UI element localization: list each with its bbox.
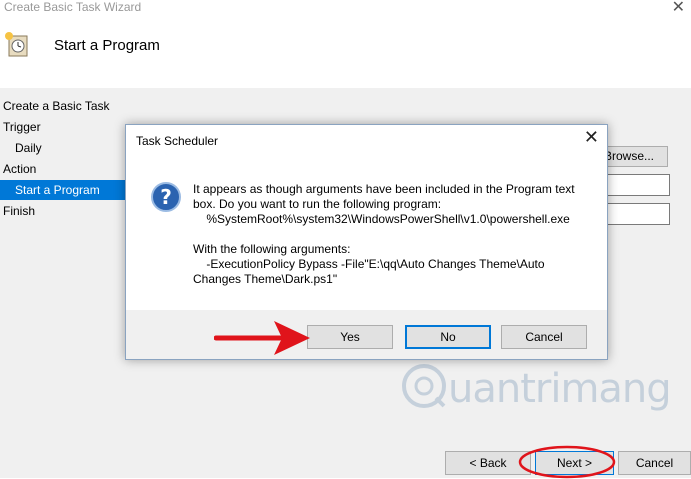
- step-trigger[interactable]: Trigger: [3, 117, 41, 137]
- title-bar: Create Basic Task Wizard ✕: [0, 0, 691, 20]
- yes-button[interactable]: Yes: [307, 325, 393, 349]
- watermark: uantrimang: [398, 358, 691, 418]
- dialog-message-line: box. Do you want to run the following pr…: [193, 197, 442, 211]
- window-title: Create Basic Task Wizard: [4, 0, 142, 14]
- cancel-button[interactable]: Cancel: [618, 451, 691, 475]
- annotation-circle-icon: [518, 445, 616, 479]
- dialog-button-bar: Yes No Cancel: [126, 310, 607, 359]
- wizard-header: Start a Program: [0, 20, 691, 76]
- window-close-button[interactable]: ✕: [672, 0, 685, 17]
- dialog-title: Task Scheduler: [136, 134, 219, 148]
- question-icon: ?: [151, 182, 181, 212]
- watermark-text: uantrimang: [448, 366, 672, 412]
- dialog-message-line: %SystemRoot%\system32\WindowsPowerShell\…: [193, 212, 570, 226]
- dialog-cancel-button[interactable]: Cancel: [501, 325, 587, 349]
- step-daily[interactable]: Daily: [15, 138, 42, 158]
- clock-icon: [5, 32, 28, 57]
- step-finish[interactable]: Finish: [3, 201, 35, 221]
- dialog-message-line: With the following arguments:: [193, 242, 351, 256]
- dialog-message-line: It appears as though arguments have been…: [193, 182, 575, 196]
- dialog-message-line: -ExecutionPolicy Bypass -File"E:\qq\Auto…: [193, 257, 545, 271]
- step-action[interactable]: Action: [3, 159, 36, 179]
- dialog-close-button[interactable]: ✕: [584, 127, 599, 148]
- step-create-basic-task[interactable]: Create a Basic Task: [3, 96, 110, 116]
- step-start-a-program[interactable]: Start a Program: [0, 180, 125, 200]
- watermark-logo-icon: [402, 364, 446, 408]
- annotation-arrow-icon: [214, 321, 310, 355]
- no-button[interactable]: No: [405, 325, 491, 349]
- page-title: Start a Program: [54, 37, 160, 54]
- dialog-message-line: Changes Theme\Dark.ps1": [193, 272, 338, 286]
- task-scheduler-dialog: Task Scheduler ✕ ? It appears as though …: [125, 124, 608, 360]
